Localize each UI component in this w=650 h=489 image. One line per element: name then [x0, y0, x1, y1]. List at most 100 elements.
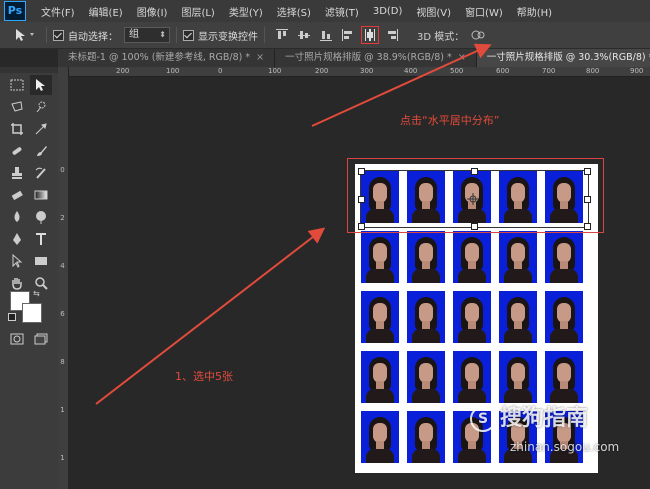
quick-mask-icon: [10, 333, 24, 345]
brush-tool[interactable]: [30, 141, 52, 161]
divider: [46, 27, 47, 43]
id-photo[interactable]: [407, 231, 445, 283]
dodge-tool[interactable]: [30, 207, 52, 227]
eraser-tool[interactable]: [6, 185, 28, 205]
menu-view[interactable]: 视图(V): [409, 4, 458, 19]
id-photo[interactable]: [453, 291, 491, 343]
show-transform-checkbox[interactable]: [183, 29, 194, 41]
history-brush-tool[interactable]: [30, 163, 52, 183]
id-photo[interactable]: [361, 231, 399, 283]
id-photo[interactable]: [545, 291, 583, 343]
quick-select-icon: [36, 101, 46, 113]
3d-orbit-icon[interactable]: [470, 29, 486, 41]
hand-tool[interactable]: [6, 273, 28, 293]
transform-handle[interactable]: [584, 168, 591, 175]
id-photo[interactable]: [361, 291, 399, 343]
move-tool-preset-picker[interactable]: [10, 25, 40, 45]
photo-face: [373, 423, 387, 443]
photo-face: [557, 243, 571, 263]
photo-neck: [468, 321, 476, 329]
shape-tool[interactable]: [30, 251, 52, 271]
id-photo[interactable]: [453, 351, 491, 403]
lasso-tool[interactable]: [6, 97, 28, 117]
id-photo[interactable]: [361, 351, 399, 403]
tools-panel: ⇆: [0, 67, 59, 489]
transform-handle[interactable]: [358, 196, 365, 203]
photo-face: [419, 363, 433, 383]
clone-stamp-tool[interactable]: [6, 163, 28, 183]
move-tool[interactable]: [30, 75, 52, 95]
transform-handle[interactable]: [471, 223, 478, 230]
ruler-tick-label: 6: [60, 310, 65, 318]
eyedropper-tool[interactable]: [30, 119, 52, 139]
tab-document-3[interactable]: 一寸照片规格排版 @ 30.3%(RGB/8) *×: [476, 49, 650, 67]
auto-select-checkbox[interactable]: [53, 29, 64, 41]
ruler-tick-label: 200: [116, 67, 130, 75]
photo-neck: [422, 321, 430, 329]
id-photo[interactable]: [499, 291, 537, 343]
marquee-tool[interactable]: [6, 75, 28, 95]
menu-select[interactable]: 选择(S): [270, 4, 318, 19]
id-photo[interactable]: [499, 351, 537, 403]
stamp-icon: [12, 167, 22, 179]
quick-mask-button[interactable]: [6, 329, 28, 349]
id-photo[interactable]: [545, 231, 583, 283]
background-color-swatch[interactable]: [22, 303, 42, 323]
menu-type[interactable]: 类型(Y): [222, 4, 270, 19]
ruler-tick-label: 300: [360, 67, 374, 75]
screen-mode-button[interactable]: [30, 329, 52, 349]
menu-edit[interactable]: 编辑(E): [82, 4, 130, 19]
id-photo[interactable]: [407, 411, 445, 463]
transform-handle[interactable]: [584, 223, 591, 230]
menu-image[interactable]: 图像(I): [130, 4, 175, 19]
watermark-url: zhinan.sogou.com: [510, 440, 620, 454]
transform-handle[interactable]: [584, 196, 591, 203]
auto-select-dropdown[interactable]: 组 ⬍: [124, 27, 170, 43]
id-photo[interactable]: [499, 231, 537, 283]
photo-body: [366, 269, 394, 283]
transform-handle[interactable]: [358, 168, 365, 175]
menu-filter[interactable]: 滤镜(T): [318, 4, 366, 19]
transform-handle[interactable]: [358, 223, 365, 230]
gradient-tool[interactable]: [30, 185, 52, 205]
blur-tool[interactable]: [6, 207, 28, 227]
id-photo[interactable]: [361, 411, 399, 463]
align-top-button[interactable]: [274, 27, 290, 43]
quick-select-tool[interactable]: [30, 97, 52, 117]
transform-center-icon[interactable]: [467, 193, 479, 205]
tab-document-2[interactable]: 一寸照片规格排版 @ 38.9%(RGB/8) * ×: [275, 49, 477, 67]
distribute-horizontal-center-button[interactable]: [361, 26, 379, 44]
swap-colors-icon[interactable]: ⇆: [33, 289, 40, 298]
menu-help[interactable]: 帮助(H): [510, 4, 559, 19]
id-photo[interactable]: [407, 291, 445, 343]
photo-body: [458, 449, 486, 463]
path-selection-tool[interactable]: [6, 251, 28, 271]
distribute-right-button[interactable]: [384, 27, 400, 43]
close-icon[interactable]: ×: [256, 52, 264, 63]
align-vcenter-button[interactable]: [296, 27, 312, 43]
tools-panel-header[interactable]: [0, 67, 58, 73]
photo-face: [511, 303, 525, 323]
align-left-button[interactable]: [340, 27, 356, 43]
annotation-distribute: 点击“水平居中分布”: [400, 114, 500, 127]
type-tool[interactable]: [30, 229, 52, 249]
menu-window[interactable]: 窗口(W): [458, 4, 510, 19]
ruler-tick-label: 400: [404, 67, 418, 75]
pen-tool[interactable]: [6, 229, 28, 249]
healing-brush-tool[interactable]: [6, 141, 28, 161]
menu-3d[interactable]: 3D(D): [366, 6, 410, 17]
menu-file[interactable]: 文件(F): [34, 4, 82, 19]
distribute-horizontal-center-icon: [365, 29, 375, 41]
eyedropper-icon: [35, 123, 47, 135]
id-photo[interactable]: [453, 231, 491, 283]
id-photo[interactable]: [407, 351, 445, 403]
tab-document-1[interactable]: 未标题-1 @ 100% (新建参考线, RGB/8) * ×: [58, 49, 276, 67]
photo-neck: [422, 261, 430, 269]
menu-layer[interactable]: 图层(L): [174, 4, 221, 19]
align-bottom-button[interactable]: [318, 27, 334, 43]
default-colors-icon[interactable]: [8, 313, 16, 321]
transform-handle[interactable]: [471, 168, 478, 175]
close-icon[interactable]: ×: [458, 52, 466, 63]
id-photo[interactable]: [545, 351, 583, 403]
crop-tool[interactable]: [6, 119, 28, 139]
